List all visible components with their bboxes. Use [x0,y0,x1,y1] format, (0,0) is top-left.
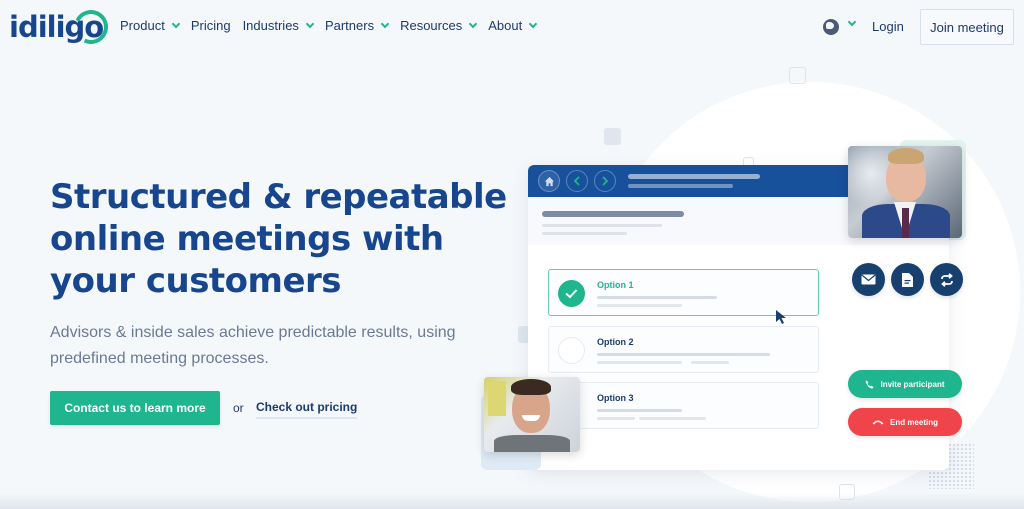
join-meeting-button[interactable]: Join meeting [920,9,1014,45]
radio-circle-icon [558,337,585,364]
text-placeholder [597,417,635,420]
participant-shirt [494,435,570,452]
swap-icon [940,272,953,287]
decor-square [604,128,621,145]
participant-tie [902,208,909,238]
video-background [488,381,506,416]
participant-video-man-smiling [484,377,580,452]
menu-item-product[interactable]: Product [120,18,181,33]
logo[interactable]: idiligo [9,5,113,49]
check-circle-icon [558,280,585,307]
text-placeholder [542,224,662,227]
end-meeting-button[interactable]: End meeting [848,408,962,436]
mail-icon [861,274,876,285]
menu-label: Pricing [190,18,231,33]
text-placeholder [691,361,729,364]
document-button[interactable] [891,263,924,296]
swap-button[interactable] [930,263,963,296]
contact-us-button[interactable]: Contact us to learn more [50,391,220,425]
text-placeholder [542,232,627,235]
chevron-down-icon [468,19,478,28]
chevron-down-icon[interactable] [847,17,857,27]
chevron-down-icon [171,19,181,28]
end-meeting-label: End meeting [889,417,938,427]
chevron-down-icon [528,19,538,28]
home-icon [544,176,554,186]
chevron-down-icon [305,19,315,28]
option-label: Option 3 [597,393,634,403]
title-placeholder [628,174,760,179]
check-out-pricing-link[interactable]: Check out pricing [256,400,358,419]
text-placeholder [597,353,770,356]
forward-button[interactable] [594,170,616,192]
menu-item-about[interactable]: About [488,18,538,33]
menu-label: About [488,18,523,33]
menu-label: Partners [324,18,375,33]
subtitle-placeholder [628,184,733,188]
heading-placeholder [542,211,684,217]
globe-icon[interactable] [823,19,839,35]
participant-video-man [848,146,962,238]
text-placeholder [597,304,682,307]
menu-item-resources[interactable]: Resources [400,18,478,33]
text-placeholder [597,409,682,412]
back-button[interactable] [566,170,588,192]
text-placeholder [597,296,717,299]
option-label: Option 2 [597,337,634,347]
menu-item-industries[interactable]: Industries [242,18,315,33]
chevron-down-icon [380,19,390,28]
home-button[interactable] [538,170,560,192]
menu-label: Industries [242,18,299,33]
menu-item-partners[interactable]: Partners [324,18,390,33]
text-placeholder [639,417,706,420]
or-text: or [233,401,244,415]
text-placeholder [597,361,682,364]
menu-label: Product [120,18,165,33]
hero-headline: Structured & repeatable online meetings … [50,177,507,301]
bottom-fade [0,493,1024,509]
participant-hair [511,379,551,395]
invite-participant-button[interactable]: Invite participant [848,370,962,398]
main-menu: Product Pricing Industries Partners Reso… [120,18,538,33]
send-email-button[interactable] [852,263,885,296]
chevron-right-icon [602,176,609,186]
chevron-left-icon [573,176,580,186]
login-link[interactable]: Login [872,19,904,34]
menu-item-pricing[interactable]: Pricing [191,18,231,33]
invite-label: Invite participant [880,379,945,389]
option-3[interactable]: Option 3 [548,382,819,429]
participant-hair [888,148,924,164]
option-2[interactable]: Option 2 [548,326,819,373]
phone-icon [865,379,875,389]
decor-square [789,67,806,84]
document-icon [902,272,913,287]
menu-label: Resources [400,18,463,33]
mouse-cursor-icon [776,310,786,324]
hero-subtext: Advisors & inside sales achieve predicta… [50,324,456,367]
top-navigation: idiligo Product Pricing Industries Partn… [0,0,1024,55]
option-label: Option 1 [597,280,634,290]
hang-up-icon [872,420,884,425]
